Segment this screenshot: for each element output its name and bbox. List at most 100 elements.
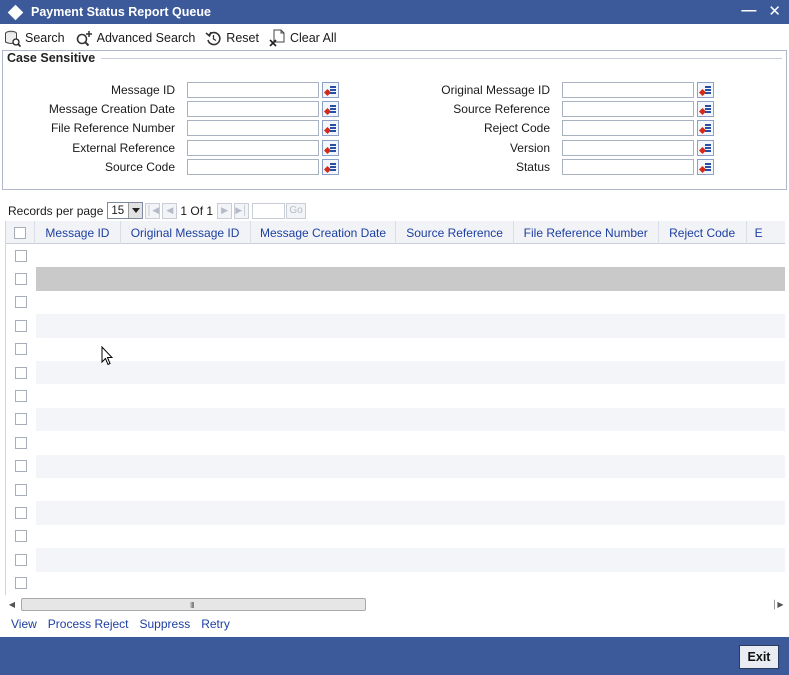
external-reference-input[interactable] (187, 139, 319, 156)
suppress-link[interactable]: Suppress (140, 617, 191, 633)
table-row[interactable] (6, 291, 785, 314)
grip-icon: III (190, 601, 195, 610)
last-page-button[interactable]: ▶│ (234, 202, 250, 219)
reset-button[interactable]: Reset (205, 30, 259, 47)
title-bar: Payment Status Report Queue — ✕ (0, 0, 789, 24)
clear-all-button[interactable]: Clear All (269, 29, 337, 47)
row-checkbox-cell (6, 455, 36, 478)
case-sensitive-heading: Case Sensitive (7, 51, 96, 65)
file-reference-number-input[interactable] (187, 119, 319, 136)
select-all-cell (6, 221, 36, 244)
row-checkbox[interactable] (15, 296, 27, 309)
scrollbar-track[interactable]: III (19, 597, 771, 611)
original-message-id-input[interactable] (562, 81, 694, 98)
list-of-values-icon[interactable] (322, 158, 339, 175)
table-row[interactable] (6, 501, 785, 525)
row-checkbox[interactable] (15, 530, 27, 543)
table-row[interactable] (6, 314, 785, 338)
goto-page-input[interactable] (252, 202, 286, 219)
column-header-original-message-id[interactable]: Original Message ID (121, 221, 251, 244)
source-reference-input[interactable] (562, 100, 694, 117)
table-row[interactable] (6, 267, 785, 291)
list-of-values-icon[interactable] (322, 100, 339, 117)
row-checkbox[interactable] (15, 413, 27, 426)
message-creation-date-input[interactable] (187, 100, 319, 117)
status-input[interactable] (562, 158, 694, 175)
row-checkbox[interactable] (15, 390, 27, 403)
message-id-input[interactable] (187, 81, 319, 98)
next-page-button[interactable]: ▶ (217, 202, 233, 219)
list-of-values-icon[interactable] (697, 139, 714, 156)
row-checkbox[interactable] (15, 436, 27, 449)
scroll-left-icon[interactable]: ◀ (5, 600, 19, 609)
table-row[interactable] (6, 244, 785, 267)
table-row[interactable] (6, 338, 785, 361)
list-of-values-icon[interactable] (697, 100, 714, 117)
row-checkbox[interactable] (15, 273, 27, 286)
row-cells (36, 267, 785, 291)
diamond-icon (7, 4, 24, 20)
row-checkbox[interactable] (15, 507, 27, 520)
row-cells (36, 407, 785, 432)
previous-page-button[interactable]: ◀ (162, 202, 178, 219)
column-header-reject-code[interactable]: Reject Code (659, 221, 747, 244)
window-title: Payment Status Report Queue (31, 5, 211, 19)
scrollbar-thumb[interactable]: III (21, 598, 366, 611)
table-row[interactable] (6, 525, 785, 548)
advanced-search-button[interactable]: Advanced Search (75, 30, 195, 47)
clear-all-label: Clear All (289, 31, 337, 45)
exit-button[interactable]: Exit (739, 645, 779, 669)
close-button[interactable]: ✕ (768, 2, 781, 20)
list-of-values-icon[interactable] (697, 158, 714, 175)
column-header-message-creation-date[interactable]: Message Creation Date (251, 221, 397, 244)
heading-divider (101, 58, 782, 59)
row-checkbox[interactable] (15, 577, 27, 590)
select-all-checkbox[interactable] (14, 226, 27, 239)
row-checkbox[interactable] (15, 460, 27, 473)
list-of-values-icon[interactable] (697, 119, 714, 136)
row-checkbox[interactable] (15, 343, 27, 356)
field-reject-code: Reject Code (381, 118, 714, 137)
pagination-bar: Records per page 15 │◀ ◀ 1 Of 1 ▶ ▶│ Go (8, 201, 307, 220)
scroll-right-icon[interactable]: │▶ (771, 600, 785, 609)
row-cells (36, 501, 785, 525)
table-row[interactable] (6, 478, 785, 501)
list-of-values-icon[interactable] (322, 139, 339, 156)
table-row[interactable] (6, 431, 785, 454)
table-row[interactable] (6, 384, 785, 407)
process-reject-link[interactable]: Process Reject (48, 617, 129, 633)
reset-icon (205, 31, 221, 45)
go-button[interactable]: Go (286, 202, 307, 219)
reject-code-input[interactable] (562, 119, 694, 136)
row-checkbox[interactable] (15, 553, 27, 566)
column-header-external-reference[interactable]: E (747, 221, 785, 244)
horizontal-scrollbar[interactable]: ◀ III │▶ (5, 596, 785, 612)
column-header-file-reference-number[interactable]: File Reference Number (514, 221, 659, 244)
list-of-values-icon[interactable] (322, 119, 339, 136)
minimize-button[interactable]: — (741, 2, 756, 20)
records-per-page-label: Records per page (8, 203, 104, 218)
list-of-values-icon[interactable] (322, 81, 339, 98)
search-button[interactable]: Search (4, 30, 65, 47)
source-code-input[interactable] (187, 158, 319, 175)
row-checkbox-cell (6, 385, 36, 408)
list-of-values-icon[interactable] (697, 81, 714, 98)
column-header-source-reference[interactable]: Source Reference (396, 221, 514, 244)
row-checkbox[interactable] (15, 366, 27, 379)
version-input[interactable] (562, 139, 694, 156)
retry-link[interactable]: Retry (201, 617, 230, 633)
search-criteria-panel: Case Sensitive Message ID Message Creati… (2, 50, 787, 190)
row-checkbox[interactable] (15, 483, 27, 496)
row-checkbox-cell (6, 572, 36, 595)
column-header-message-id[interactable]: Message ID (35, 221, 121, 244)
table-row[interactable] (6, 572, 785, 595)
row-checkbox[interactable] (15, 249, 27, 262)
table-row[interactable] (6, 407, 785, 432)
records-per-page-select[interactable]: 15 (107, 202, 144, 219)
table-row[interactable] (6, 548, 785, 572)
first-page-button[interactable]: │◀ (145, 202, 161, 219)
table-row[interactable] (6, 454, 785, 478)
table-row[interactable] (6, 361, 785, 385)
row-checkbox[interactable] (15, 319, 27, 332)
view-link[interactable]: View (11, 617, 37, 633)
